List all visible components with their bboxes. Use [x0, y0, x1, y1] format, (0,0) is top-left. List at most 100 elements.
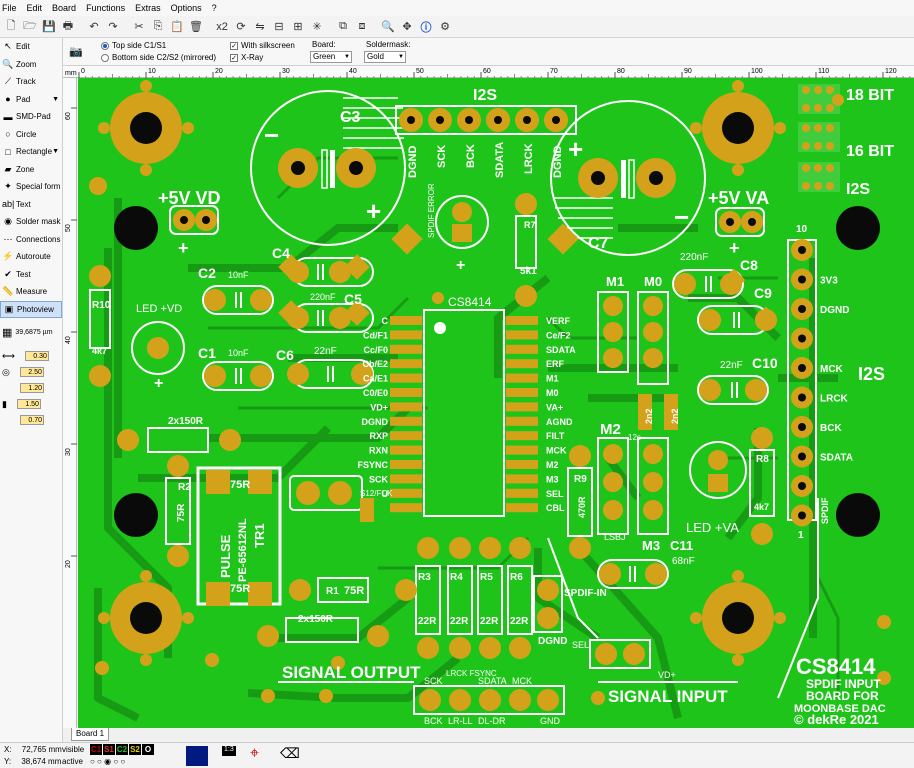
align-icon[interactable]: ⊟	[270, 18, 288, 36]
track-width-value[interactable]: 0.30	[24, 351, 49, 361]
xray-checkbox[interactable]: ✓	[230, 53, 238, 62]
tool-test[interactable]: ✔ Test	[0, 266, 62, 284]
mirror-icon[interactable]: ⇋	[251, 18, 269, 36]
track-width-row[interactable]: ⟷ 0.30	[0, 348, 62, 364]
tool-measure[interactable]: 📏 Measure	[0, 283, 62, 301]
top-side-label: Top side C1/S1	[112, 41, 167, 50]
duplicate-icon[interactable]: x2	[213, 18, 231, 36]
delete-icon[interactable]: 🗑	[187, 18, 205, 36]
pad-outer-value[interactable]: 2.50	[19, 367, 44, 377]
smd-h-value[interactable]: 0.70	[20, 415, 44, 425]
board-tabs: Board 1	[63, 728, 914, 742]
tab-board-1[interactable]: Board 1	[71, 728, 110, 741]
silkscreen-option[interactable]: ✓ With silkscreen	[230, 41, 295, 50]
brand-label: CS8414	[796, 654, 876, 679]
pad-inner-row[interactable]: 1.20	[0, 380, 62, 396]
ic-pad-left	[390, 460, 422, 469]
menu-file[interactable]: File	[2, 3, 17, 13]
tool-pad[interactable]: ● Pad ▼	[0, 91, 62, 109]
snap-icon[interactable]: ⊞	[289, 18, 307, 36]
board-color-select[interactable]: Green ▼	[310, 51, 352, 63]
top-pin-6: DGND	[552, 146, 564, 178]
rotate-icon[interactable]: ⟳	[232, 18, 250, 36]
zoom-icon[interactable]: 🔍	[379, 18, 397, 36]
chevron-down-icon[interactable]: ▼	[52, 96, 59, 103]
board-color-value: Green	[313, 52, 336, 61]
smd-h-row[interactable]: 0.70	[0, 412, 62, 428]
crosshair-icon[interactable]: ⌖	[250, 745, 259, 763]
xray-option[interactable]: ✓ X-Ray	[230, 53, 263, 62]
tool-circle[interactable]: ○ Circle	[0, 126, 62, 144]
x-coord-value: 72,765 mm	[21, 745, 62, 754]
top-side-radio[interactable]	[101, 41, 109, 50]
menu-options[interactable]: Options	[171, 3, 202, 13]
tool-text[interactable]: ab| Text	[0, 196, 62, 214]
info-icon[interactable]: ⓘ	[417, 18, 435, 36]
tool-track[interactable]: ⟋ Track	[0, 73, 62, 91]
save-file-icon[interactable]: 💾	[40, 18, 58, 36]
bottom-side-radio[interactable]	[101, 53, 109, 62]
layer-preview-icon[interactable]	[186, 746, 208, 766]
layer-chip-s2[interactable]: S2	[129, 744, 141, 755]
tool-autoroute[interactable]: ⚡ Autoroute	[0, 248, 62, 266]
ruler-h-label: 70	[550, 68, 558, 75]
redo-icon[interactable]: ↷	[104, 18, 122, 36]
r-bot-label: 2x150R	[298, 614, 334, 625]
chevron-down-icon[interactable]: ▼	[52, 148, 59, 155]
layer-chip-c2[interactable]: C2	[116, 744, 128, 755]
scale-value[interactable]: 1:3	[222, 746, 236, 756]
tool-zone[interactable]: ▰ Zone	[0, 161, 62, 179]
bottom-side-option[interactable]: Bottom side C2/S2 (mirrored)	[101, 53, 216, 62]
tool-photoview[interactable]: ▣ Photoview	[0, 300, 62, 318]
silkscreen-checkbox[interactable]: ✓	[230, 41, 238, 50]
bot-mck: MCK	[512, 676, 532, 686]
settings-icon[interactable]: ⚙	[436, 18, 454, 36]
top-pin-5: LRCK	[523, 143, 535, 174]
menu-functions[interactable]: Functions	[86, 3, 125, 13]
open-file-icon[interactable]: 🗁	[21, 18, 39, 36]
copy-icon[interactable]: ⎘	[149, 18, 167, 36]
smd-row[interactable]: ▮ 1.50	[0, 396, 62, 412]
new-file-icon[interactable]: 🗋	[2, 18, 20, 36]
ic-pad-right	[506, 503, 538, 513]
cut-icon[interactable]: ✂	[130, 18, 148, 36]
paste-icon[interactable]: 📋	[168, 18, 186, 36]
layer-chip-c1[interactable]: C1	[90, 744, 102, 755]
x-coord-label: X:	[4, 745, 12, 754]
menu-extras[interactable]: Extras	[135, 3, 161, 13]
camera-icon[interactable]: 📷	[69, 45, 85, 59]
undo-icon[interactable]: ↶	[85, 18, 103, 36]
menu-board[interactable]: Board	[52, 3, 76, 13]
pad-inner-value[interactable]: 1.20	[20, 383, 44, 393]
tool-label: Autoroute	[16, 252, 51, 262]
menu-help[interactable]: ?	[212, 3, 217, 13]
tool-connections[interactable]: ⋯ Connections	[0, 231, 62, 249]
lock-icon[interactable]: ⧉	[334, 18, 352, 36]
eraser-icon[interactable]: ⌫	[280, 745, 300, 762]
menu-edit[interactable]: Edit	[27, 3, 43, 13]
layer-chip-o[interactable]: O	[142, 744, 154, 755]
r4-label: R4	[450, 572, 463, 583]
layer-chip-s1[interactable]: S1	[103, 744, 115, 755]
print-icon[interactable]: 🖶	[59, 18, 77, 36]
bot-sck: SCK	[424, 676, 443, 686]
top-side-option[interactable]: Top side C1/S1	[101, 41, 166, 50]
soldermask-select[interactable]: Gold ▼	[364, 51, 406, 63]
ic-right-pin-label: M3	[546, 474, 559, 484]
layer-active-radios[interactable]: ○ ○ ◉ ○ ○	[90, 757, 125, 766]
tool-rectangle[interactable]: □ Rectangle ▼	[0, 143, 62, 161]
grid-icon: ▦	[2, 326, 13, 339]
pcb-photoview[interactable]: I2S C3 C7 − + + − +5V VD +5V VA + + C4 C…	[78, 78, 914, 728]
tool-special-form[interactable]: ✦ Special form	[0, 178, 62, 196]
unlock-icon[interactable]: ⧈	[353, 18, 371, 36]
tool-smd-pad[interactable]: ▬ SMD-Pad	[0, 108, 62, 126]
s12-label: S12/FCK	[360, 489, 393, 498]
group-icon[interactable]: ✳	[308, 18, 326, 36]
tool-edit[interactable]: ↖ Edit	[0, 38, 62, 56]
magnet-icon[interactable]: ✥	[398, 18, 416, 36]
tool-solder-mask[interactable]: ◉ Solder mask	[0, 213, 62, 231]
tool-zoom[interactable]: 🔍 Zoom	[0, 56, 62, 74]
pad-size-row[interactable]: ◎ 2.50	[0, 364, 62, 380]
grid-row[interactable]: ▦ 39,6875 µm	[0, 324, 62, 340]
smd-w-value[interactable]: 1.50	[16, 399, 41, 409]
